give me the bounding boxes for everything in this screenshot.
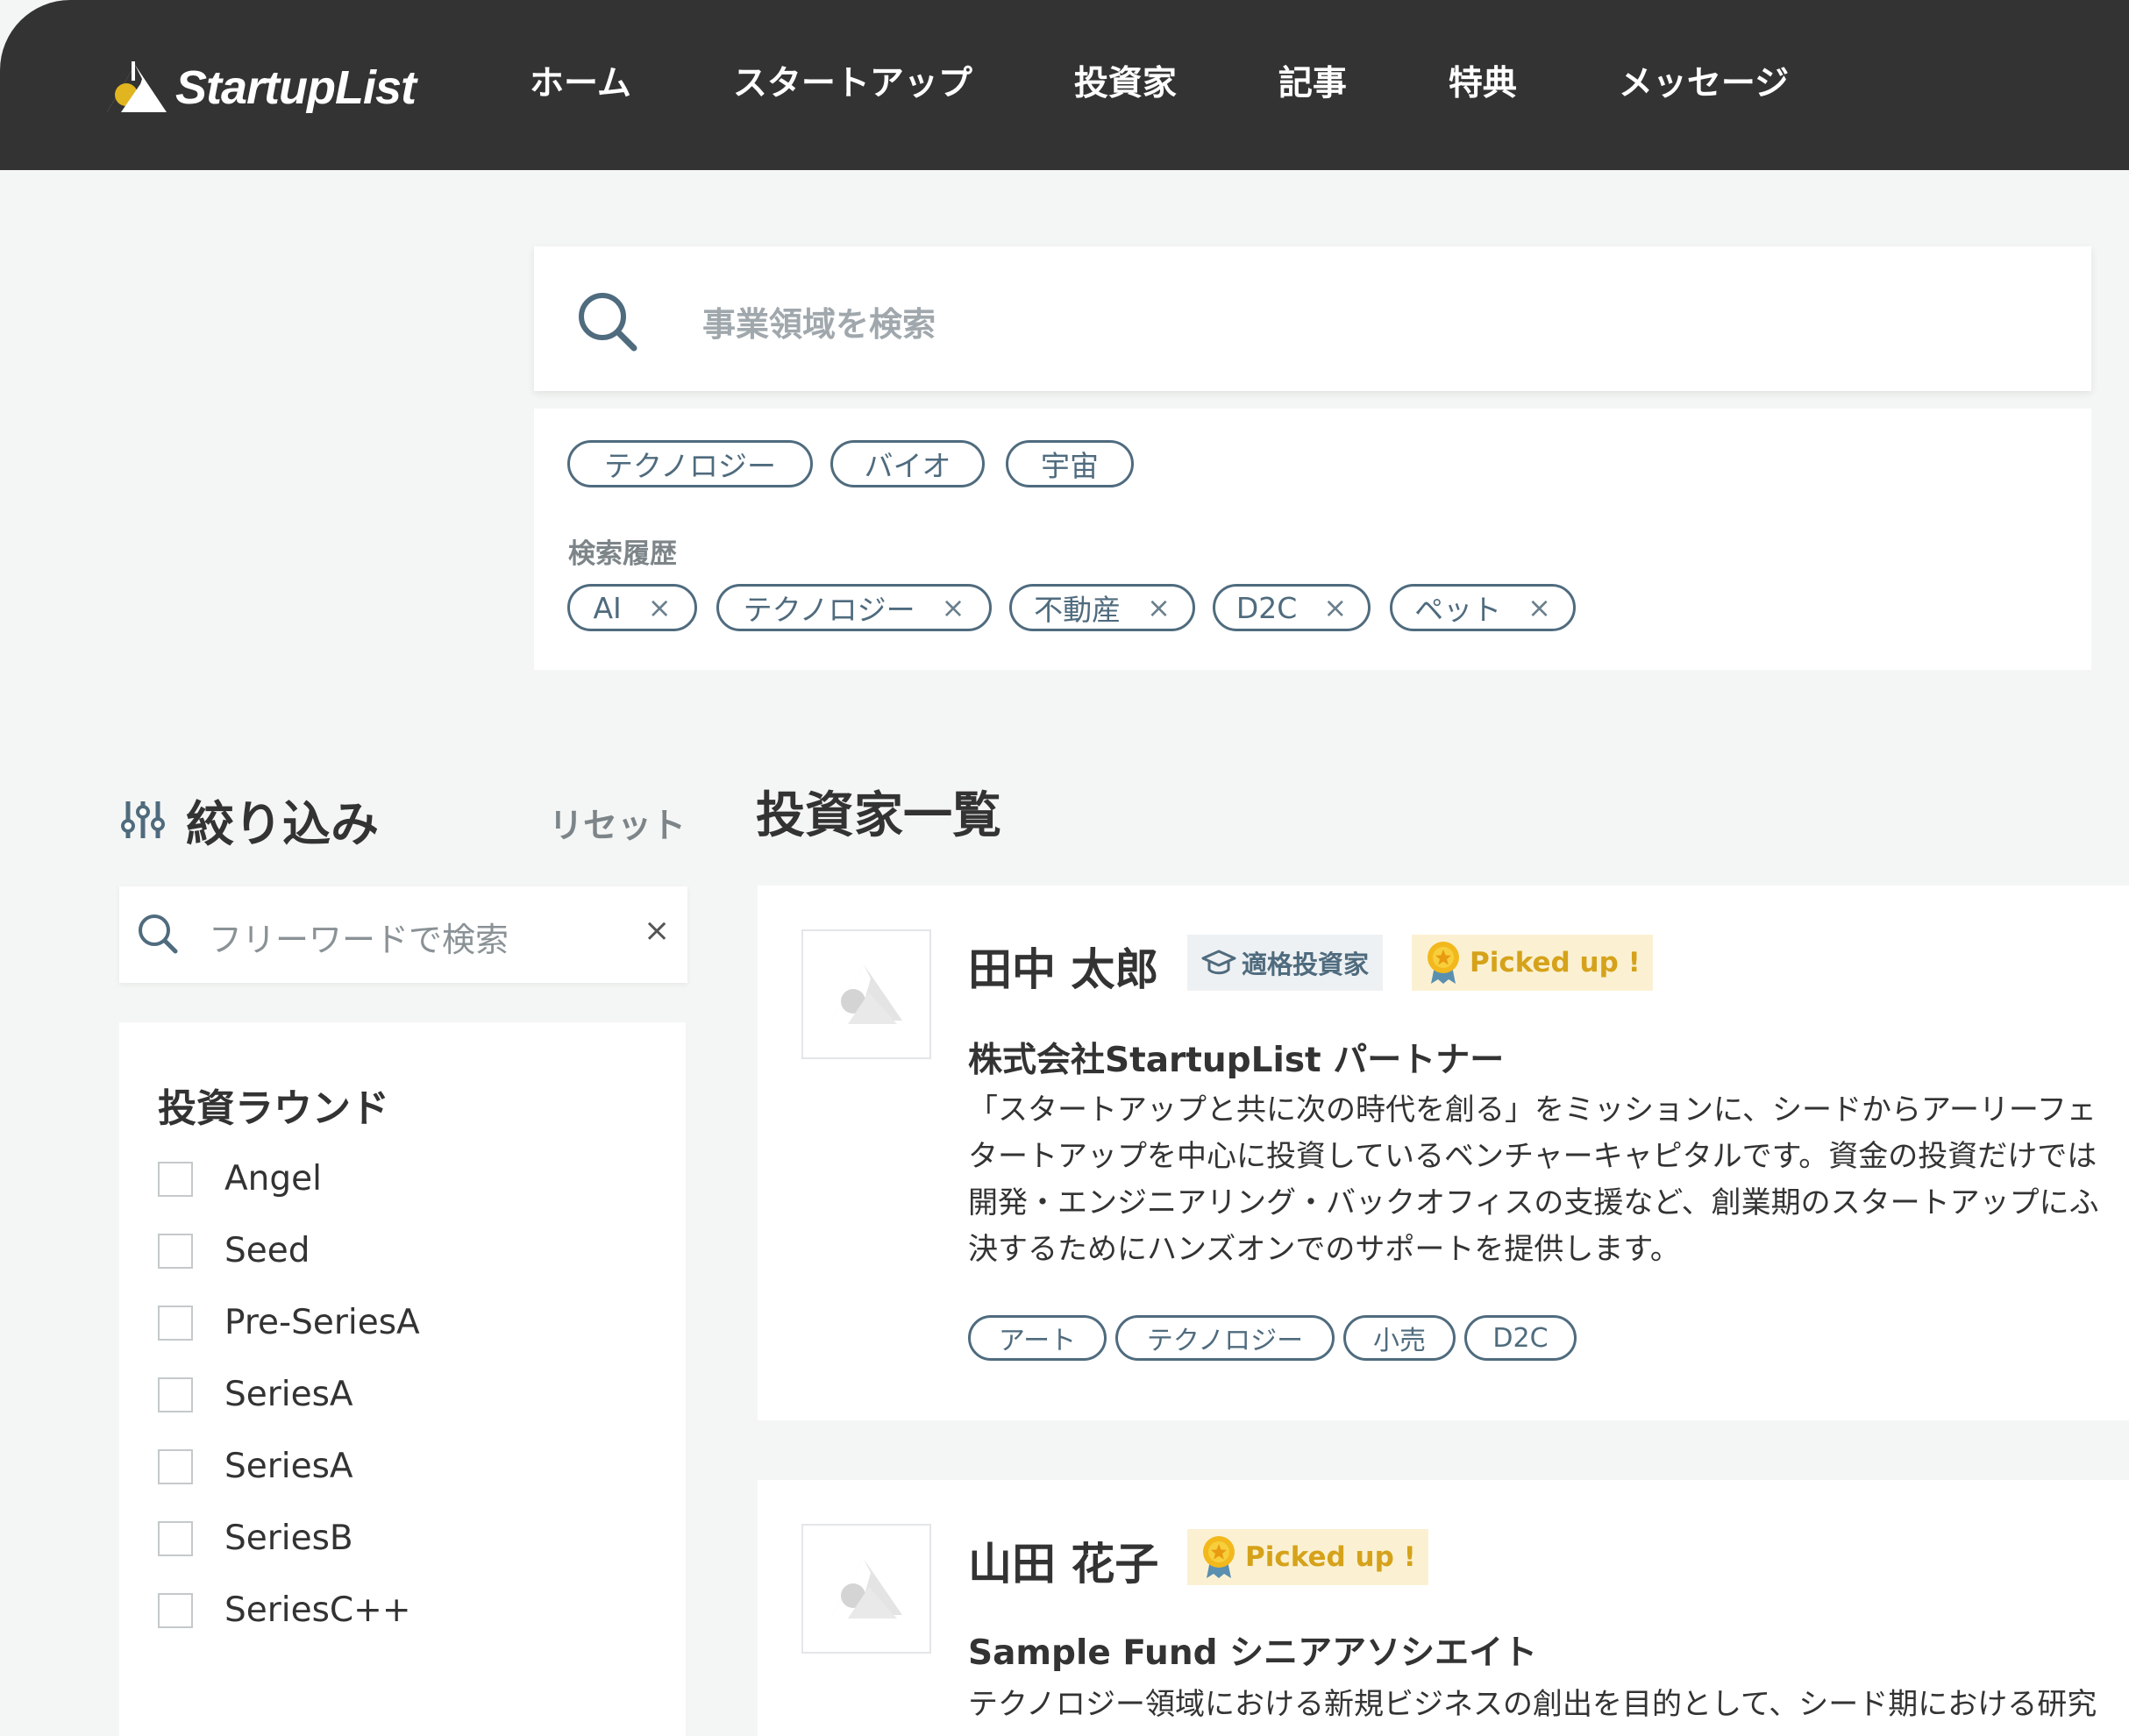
round-label: SeriesA [224, 1447, 353, 1486]
reset-button[interactable]: リセット [549, 799, 686, 848]
filter-header: 絞り込み [121, 785, 379, 855]
history-tag-label: ペット [1414, 593, 1502, 627]
logo-text: StartupList [175, 61, 417, 114]
nav-item-articles[interactable]: 記事 [1278, 58, 1347, 110]
main-nav: ホーム スタートアップ 投資家 記事 特典 メッセージ [530, 58, 1890, 110]
investor-tag[interactable]: D2C [1464, 1315, 1577, 1361]
history-tag-label: テクノロジー [743, 593, 915, 627]
award-medal-icon [1203, 1536, 1235, 1578]
nav-item-messages[interactable]: メッセージ [1619, 58, 1789, 110]
investor-organization: 株式会社StartupList パートナー [968, 1041, 1505, 1080]
round-label: Seed [224, 1231, 310, 1270]
history-tag[interactable]: D2C × [1213, 584, 1371, 631]
nav-item-perks[interactable]: 特典 [1449, 58, 1517, 110]
avatar [801, 1524, 931, 1654]
round-label: SeriesA [224, 1375, 353, 1414]
round-option[interactable]: Pre-SeriesA [158, 1303, 420, 1342]
search-placeholder: 事業領域を検索 [702, 305, 936, 344]
history-tag[interactable]: AI × [567, 584, 697, 631]
investor-name: 田中 太郎 [968, 944, 1159, 995]
remove-icon[interactable]: × [1147, 591, 1171, 624]
graduation-cap-icon [1201, 950, 1236, 975]
placeholder-logo-icon [832, 1559, 902, 1619]
description-line: 決するためにハンズオンでのサポートを提供します。 [968, 1232, 1680, 1267]
nav-item-investors[interactable]: 投資家 [1074, 58, 1177, 110]
picked-up-label: Picked up ! [1470, 947, 1641, 978]
nav-item-home[interactable]: ホーム [530, 58, 631, 110]
round-option[interactable]: SeriesC++ [158, 1590, 411, 1630]
round-label: Angel [224, 1159, 322, 1199]
search-icon [579, 293, 637, 352]
remove-icon[interactable]: × [942, 591, 965, 624]
logo-mark-icon [107, 61, 167, 112]
investment-round-filter: 投資ラウンド Angel Seed Pre-SeriesA SeriesA Se… [119, 1022, 686, 1736]
description-line: テクノロジー領域における新規ビジネスの創出を目的として、シード期における研究 [968, 1687, 2097, 1722]
placeholder-logo-icon [832, 964, 902, 1024]
investor-organization: Sample Fund シニアアソシエイト [968, 1633, 1538, 1673]
qualified-investor-badge: 適格投資家 [1187, 935, 1384, 991]
history-tag[interactable]: テクノロジー × [716, 584, 992, 631]
investor-description: 「スタートアップと共に次の時代を創る」をミッションに、シードからアーリーフェ タ… [968, 1087, 2129, 1273]
avatar [801, 929, 931, 1059]
history-tag-label: D2C [1235, 590, 1298, 625]
picked-up-badge: Picked up ! [1187, 1529, 1428, 1585]
history-tag-label: AI [593, 590, 622, 625]
picked-up-badge: Picked up ! [1412, 935, 1653, 991]
history-tag[interactable]: 不動産 × [1009, 584, 1195, 631]
nav-item-startups[interactable]: スタートアップ [733, 58, 972, 110]
remove-icon[interactable]: × [1527, 591, 1551, 624]
freeword-placeholder: フリーワードで検索 [209, 921, 509, 959]
clear-icon[interactable]: × [644, 913, 670, 949]
round-option[interactable]: SeriesB [158, 1519, 353, 1558]
investor-tag[interactable]: テクノロジー [1115, 1315, 1335, 1361]
investor-tag[interactable]: 小売 [1343, 1315, 1456, 1361]
history-tag[interactable]: ペット × [1390, 584, 1576, 631]
round-label: SeriesC++ [224, 1590, 411, 1630]
round-checkbox[interactable] [158, 1448, 193, 1484]
investment-round-title: 投資ラウンド [158, 1086, 389, 1131]
round-option[interactable]: Seed [158, 1231, 310, 1270]
round-checkbox[interactable] [158, 1520, 193, 1556]
description-line: タートアップを中心に投資しているベンチャーキャピタルです。資金の投資だけでは [968, 1139, 2097, 1174]
round-label: Pre-SeriesA [224, 1303, 420, 1342]
top-navigation-bar: StartupList ホーム スタートアップ 投資家 記事 特典 メッセージ [0, 0, 2129, 170]
investor-card[interactable]: 山田 花子 Picked up ! Sample Fund シニアアソシエイト … [758, 1480, 2129, 1736]
award-medal-icon [1428, 942, 1459, 984]
round-option[interactable]: SeriesA [158, 1375, 353, 1414]
description-line: 「スタートアップと共に次の時代を創る」をミッションに、シードからアーリーフェ [968, 1092, 2097, 1128]
filter-sliders-icon [121, 801, 165, 838]
qualified-investor-label: 適格投資家 [1242, 950, 1370, 979]
search-icon [139, 914, 178, 954]
round-checkbox[interactable] [158, 1592, 193, 1628]
suggested-tag[interactable]: テクノロジー [567, 440, 813, 487]
app-frame: StartupList ホーム スタートアップ 投資家 記事 特典 メッセージ … [0, 0, 2129, 1736]
investor-tag[interactable]: アート [968, 1315, 1107, 1361]
startuplist-logo[interactable]: StartupList [105, 54, 417, 121]
round-label: SeriesB [224, 1519, 353, 1558]
business-area-search[interactable]: 事業領域を検索 [534, 246, 2091, 391]
round-checkbox[interactable] [158, 1377, 193, 1412]
suggested-tag[interactable]: 宇宙 [1006, 440, 1134, 487]
description-line: 開発・エンジニアリング・バックオフィスの支援など、創業期のスタートアップにふ [968, 1185, 2099, 1220]
remove-icon[interactable]: × [1323, 591, 1347, 624]
suggested-tag[interactable]: バイオ [830, 440, 985, 487]
investor-card[interactable]: 田中 太郎 適格投資家 Picked up ! 株式会社StartupList … [758, 886, 2129, 1420]
remove-icon[interactable]: × [648, 591, 672, 624]
investor-name: 山田 花子 [968, 1539, 1159, 1590]
round-option[interactable]: Angel [158, 1159, 322, 1199]
round-checkbox[interactable] [158, 1161, 193, 1197]
history-tag-label: 不動産 [1034, 593, 1121, 627]
search-history-label: 検索履歴 [568, 538, 677, 570]
search-suggestions-panel: テクノロジー バイオ 宇宙 検索履歴 AI × テクノロジー × 不動産 × D2C ×… [534, 409, 2091, 670]
round-option[interactable]: SeriesA [158, 1447, 353, 1486]
investor-list-title: 投資家一覧 [756, 787, 1001, 844]
freeword-search-input[interactable]: フリーワードで検索 × [119, 886, 687, 983]
investor-description: テクノロジー領域における新規ビジネスの創出を目的として、シード期における研究 [968, 1682, 2129, 1728]
round-checkbox[interactable] [158, 1233, 193, 1269]
round-checkbox[interactable] [158, 1305, 193, 1341]
filter-title: 絞り込み [186, 796, 380, 852]
picked-up-label: Picked up ! [1245, 1541, 1416, 1573]
